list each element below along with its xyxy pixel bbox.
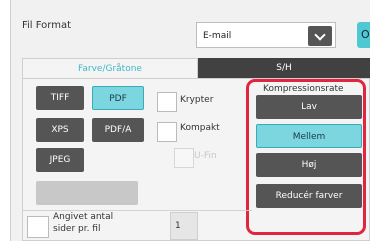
format-tiff-button[interactable]: TIFF (36, 86, 84, 110)
pages-per-file-checkbox[interactable] (27, 216, 49, 238)
format-jpeg-button[interactable]: JPEG (36, 148, 84, 172)
destination-value: E-mail (203, 31, 232, 41)
divider (22, 210, 252, 211)
ok-button[interactable]: O (357, 22, 370, 48)
format-xps-button[interactable]: XPS (36, 118, 84, 142)
format-pdf-button[interactable]: PDF (92, 86, 144, 110)
compression-medium-button[interactable]: Mellem (256, 124, 362, 148)
compression-title: Kompressionsrate (263, 84, 344, 94)
ufin-label: U-Fin (194, 151, 217, 161)
compression-low-button[interactable]: Lav (256, 95, 362, 119)
chevron-down-icon[interactable] (308, 26, 332, 46)
compact-checkbox[interactable] (157, 122, 177, 142)
destination-select[interactable]: E-mail (196, 22, 336, 48)
pages-per-file-input[interactable]: 1 (170, 212, 198, 240)
compression-high-button[interactable]: Høj (256, 153, 362, 177)
format-pdfa-button[interactable]: PDF/A (92, 118, 144, 142)
page-title: Fil Format (22, 20, 71, 31)
disabled-format-button (36, 181, 138, 205)
encrypt-checkbox[interactable] (157, 92, 177, 112)
reduce-colors-button[interactable]: Reducér farver (256, 184, 362, 208)
pages-per-file-label-line1: Angivet antal (53, 212, 114, 222)
tab-black-white[interactable]: S/H (198, 58, 370, 78)
pages-per-file-label-line2: sider pr. fil (53, 224, 101, 234)
ufin-checkbox (174, 148, 194, 168)
tab-color-grayscale[interactable]: Farve/Gråtone (22, 58, 198, 78)
encrypt-label: Krypter (180, 95, 214, 105)
compact-label: Kompakt (180, 123, 220, 133)
